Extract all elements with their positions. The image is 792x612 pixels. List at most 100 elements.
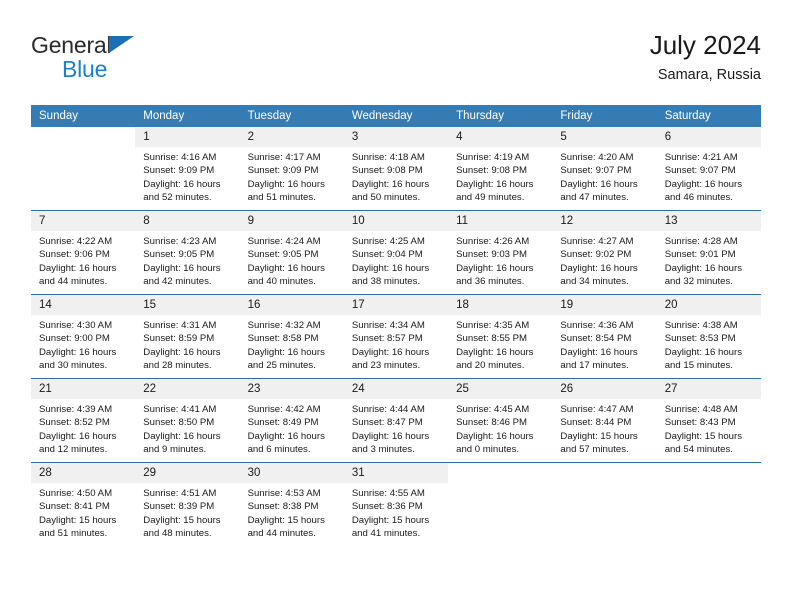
calendar-day-cell[interactable]: 15 Sunrise: 4:31 AM Sunset: 8:59 PM Dayligh… [135, 294, 240, 379]
sunset-time: Sunset: 9:02 PM [560, 249, 632, 261]
daylight-duration-line2: and 25 minutes. [247, 360, 316, 372]
calendar-day-cell[interactable]: 20 Sunrise: 4:38 AM Sunset: 8:53 PM Dayligh… [656, 294, 761, 379]
sunset-time: Sunset: 8:53 PM [664, 333, 736, 345]
calendar-week-row: 1 Sunrise: 4:16 AM Sunset: 9:09 PM Daylight… [31, 127, 761, 211]
day-details: Sunrise: 4:41 AM Sunset: 8:50 PM Daylight:… [135, 399, 239, 457]
day-number: 13 [656, 211, 761, 231]
daylight-duration-line1: Daylight: 16 hours [456, 178, 534, 190]
calendar-day-cell[interactable]: 14 Sunrise: 4:30 AM Sunset: 9:00 PM Dayligh… [31, 294, 136, 379]
daylight-duration-line2: and 44 minutes. [247, 528, 316, 540]
calendar-day-cell[interactable]: 7 Sunrise: 4:22 AM Sunset: 9:06 PM Daylight… [31, 210, 136, 295]
calendar-day-cell[interactable]: 27 Sunrise: 4:48 AM Sunset: 8:43 PM Dayligh… [656, 378, 761, 463]
sunset-time: Sunset: 8:46 PM [456, 417, 528, 429]
daylight-duration-line1: Daylight: 16 hours [247, 346, 325, 358]
calendar-day-cell[interactable]: 30 Sunrise: 4:53 AM Sunset: 8:38 PM Dayligh… [239, 462, 344, 546]
daylight-duration-line2: and 30 minutes. [39, 360, 108, 372]
sunset-time: Sunset: 8:54 PM [560, 333, 632, 345]
daylight-duration-line1: Daylight: 16 hours [143, 178, 221, 190]
daylight-duration-line2: and 12 minutes. [39, 444, 108, 456]
calendar-day-cell[interactable]: 1 Sunrise: 4:16 AM Sunset: 9:09 PM Daylight… [135, 127, 240, 211]
calendar-day-cell[interactable]: 2 Sunrise: 4:17 AM Sunset: 9:09 PM Daylight… [239, 127, 344, 211]
calendar-week-row: 14 Sunrise: 4:30 AM Sunset: 9:00 PM Dayligh… [31, 294, 761, 379]
calendar-day-cell[interactable]: 26 Sunrise: 4:47 AM Sunset: 8:44 PM Dayligh… [552, 378, 657, 463]
day-number: 18 [448, 295, 553, 315]
day-details: Sunrise: 4:27 AM Sunset: 9:02 PM Daylight:… [552, 231, 656, 289]
daylight-duration-line1: Daylight: 16 hours [456, 430, 534, 442]
calendar-day-cell[interactable]: 8 Sunrise: 4:23 AM Sunset: 9:05 PM Daylight… [135, 210, 240, 295]
sunrise-time: Sunrise: 4:48 AM [664, 404, 738, 415]
daylight-duration-line2: and 46 minutes. [664, 192, 733, 204]
calendar-day-cell[interactable]: 6 Sunrise: 4:21 AM Sunset: 9:07 PM Daylight… [656, 127, 761, 211]
day-details: Sunrise: 4:19 AM Sunset: 9:08 PM Daylight:… [448, 147, 552, 205]
calendar-day-cell[interactable]: 11 Sunrise: 4:26 AM Sunset: 9:03 PM Dayligh… [448, 210, 553, 295]
day-details: Sunrise: 4:24 AM Sunset: 9:05 PM Daylight:… [240, 231, 344, 289]
daylight-duration-line1: Daylight: 16 hours [143, 346, 221, 358]
daylight-duration-line1: Daylight: 16 hours [351, 346, 430, 358]
sunrise-time: Sunrise: 4:21 AM [664, 152, 738, 163]
sunrise-time: Sunrise: 4:23 AM [143, 236, 217, 247]
daylight-duration-line2: and 17 minutes. [560, 360, 629, 372]
weekday-header-wednesday: Wednesday [343, 105, 449, 127]
day-number: 5 [552, 127, 657, 147]
calendar-day-cell-empty [656, 462, 761, 546]
calendar-day-cell[interactable]: 12 Sunrise: 4:27 AM Sunset: 9:02 PM Dayligh… [552, 210, 657, 295]
calendar-header-row: Sunday Monday Tuesday Wednesday Thursday Frid… [31, 105, 761, 127]
day-details: Sunrise: 4:26 AM Sunset: 9:03 PM Daylight:… [448, 231, 552, 289]
calendar-day-cell[interactable]: 9 Sunrise: 4:24 AM Sunset: 9:05 PM Daylight… [239, 210, 344, 295]
daylight-duration-line2: and 34 minutes. [560, 276, 629, 288]
day-details: Sunrise: 4:17 AM Sunset: 9:09 PM Daylight:… [240, 147, 344, 205]
daylight-duration-line1: Daylight: 16 hours [247, 178, 325, 190]
sunset-time: Sunset: 9:09 PM [143, 165, 215, 177]
day-number: 25 [448, 379, 553, 399]
daylight-duration-line1: Daylight: 16 hours [560, 262, 638, 274]
day-details [657, 483, 761, 487]
calendar-table: Sunday Monday Tuesday Wednesday Thursday Frid… [31, 105, 761, 546]
calendar-day-cell[interactable]: 25 Sunrise: 4:45 AM Sunset: 8:46 PM Dayligh… [448, 378, 553, 463]
day-details: Sunrise: 4:30 AM Sunset: 9:00 PM Daylight:… [31, 315, 135, 373]
calendar-day-cell[interactable]: 29 Sunrise: 4:51 AM Sunset: 8:39 PM Dayligh… [135, 462, 240, 546]
calendar-day-cell[interactable]: 5 Sunrise: 4:20 AM Sunset: 9:07 PM Daylight… [552, 127, 657, 211]
calendar-day-cell[interactable]: 24 Sunrise: 4:44 AM Sunset: 8:47 PM Dayligh… [343, 378, 449, 463]
calendar-day-cell[interactable]: 10 Sunrise: 4:25 AM Sunset: 9:04 PM Dayligh… [343, 210, 449, 295]
daylight-duration-line1: Daylight: 16 hours [664, 262, 743, 274]
calendar-day-cell[interactable]: 13 Sunrise: 4:28 AM Sunset: 9:01 PM Dayligh… [656, 210, 761, 295]
calendar-day-cell[interactable]: 22 Sunrise: 4:41 AM Sunset: 8:50 PM Dayligh… [135, 378, 240, 463]
calendar-day-cell[interactable]: 31 Sunrise: 4:55 AM Sunset: 8:36 PM Dayligh… [343, 462, 449, 546]
daylight-duration-line2: and 44 minutes. [39, 276, 108, 288]
calendar-day-cell[interactable]: 23 Sunrise: 4:42 AM Sunset: 8:49 PM Dayligh… [239, 378, 344, 463]
day-number: 21 [31, 379, 136, 399]
calendar-day-cell-empty [31, 127, 136, 211]
daylight-duration-line2: and 6 minutes. [247, 444, 311, 456]
calendar-day-cell[interactable]: 19 Sunrise: 4:36 AM Sunset: 8:54 PM Dayligh… [552, 294, 657, 379]
calendar-day-cell[interactable]: 3 Sunrise: 4:18 AM Sunset: 9:08 PM Daylight… [343, 127, 449, 211]
day-number: 29 [135, 463, 240, 483]
calendar-day-cell[interactable]: 28 Sunrise: 4:50 AM Sunset: 8:41 PM Dayligh… [31, 462, 136, 546]
calendar-day-cell[interactable]: 17 Sunrise: 4:34 AM Sunset: 8:57 PM Dayligh… [343, 294, 449, 379]
daylight-duration-line2: and 36 minutes. [456, 276, 525, 288]
calendar-day-cell-empty [448, 462, 553, 546]
sunrise-time: Sunrise: 4:35 AM [456, 320, 530, 331]
brand-logo[interactable]: General Blue [31, 32, 251, 90]
daylight-duration-line1: Daylight: 16 hours [143, 262, 221, 274]
sunset-time: Sunset: 9:08 PM [351, 165, 423, 177]
day-number: 20 [656, 295, 761, 315]
daylight-duration-line2: and 49 minutes. [456, 192, 525, 204]
calendar-day-cell[interactable]: 4 Sunrise: 4:19 AM Sunset: 9:08 PM Daylight… [448, 127, 553, 211]
page-title: July 2024 [649, 30, 761, 60]
day-details: Sunrise: 4:55 AM Sunset: 8:36 PM Daylight:… [344, 483, 448, 541]
sunset-time: Sunset: 8:38 PM [247, 501, 319, 513]
calendar-day-cell[interactable]: 16 Sunrise: 4:32 AM Sunset: 8:58 PM Dayligh… [239, 294, 344, 379]
day-details: Sunrise: 4:48 AM Sunset: 8:43 PM Daylight:… [657, 399, 761, 457]
sunset-time: Sunset: 9:01 PM [664, 249, 736, 261]
daylight-duration-line1: Daylight: 16 hours [664, 346, 743, 358]
brand-text-blue: Blue [62, 56, 108, 82]
calendar-day-cell[interactable]: 18 Sunrise: 4:35 AM Sunset: 8:55 PM Dayligh… [448, 294, 553, 379]
daylight-duration-line1: Daylight: 16 hours [351, 178, 430, 190]
calendar-day-cell[interactable]: 21 Sunrise: 4:39 AM Sunset: 8:52 PM Dayligh… [31, 378, 136, 463]
day-details: Sunrise: 4:36 AM Sunset: 8:54 PM Daylight:… [552, 315, 656, 373]
daylight-duration-line2: and 38 minutes. [351, 276, 421, 288]
daylight-duration-line1: Daylight: 15 hours [247, 514, 325, 526]
sunset-time: Sunset: 9:07 PM [560, 165, 632, 177]
day-number: 11 [448, 211, 553, 231]
sunrise-time: Sunrise: 4:41 AM [143, 404, 217, 415]
